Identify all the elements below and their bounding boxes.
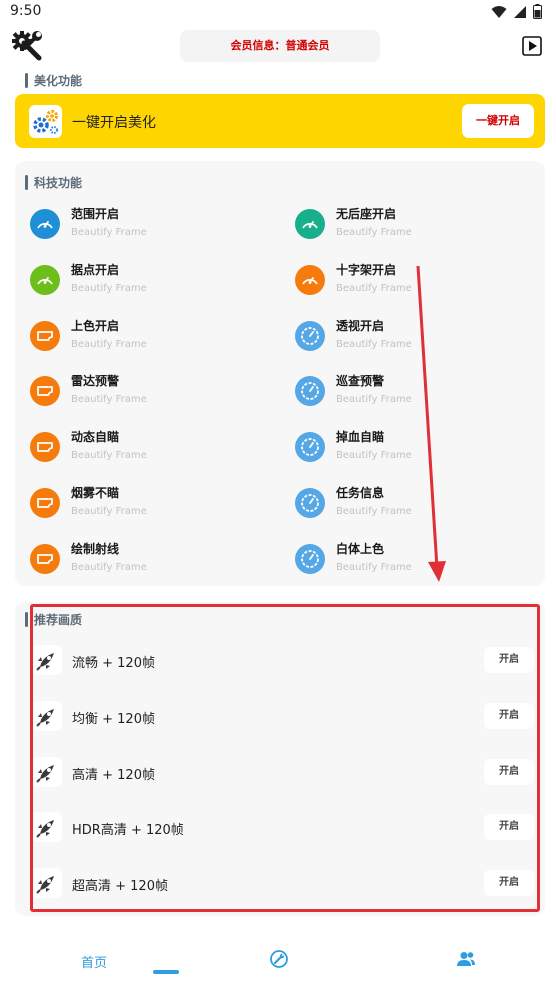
tech-item[interactable]: 据点开启 Beautify Frame <box>30 259 270 303</box>
wifi-icon <box>491 5 507 18</box>
tech-item-subtitle: Beautify Frame <box>336 394 412 406</box>
beautify-section-title: 美化功能 <box>25 72 82 89</box>
tech-item[interactable]: 无后座开启 Beautify Frame <box>295 203 535 247</box>
tech-item-subtitle: Beautify Frame <box>71 561 147 573</box>
tech-item-subtitle: Beautify Frame <box>336 561 412 573</box>
tech-item-title: 据点开启 <box>71 262 120 277</box>
tech-item-subtitle: Beautify Frame <box>71 394 147 406</box>
tech-item[interactable]: 十字架开启 Beautify Frame <box>295 259 535 303</box>
tech-item-subtitle: Beautify Frame <box>336 338 412 350</box>
beautify-app-icon <box>29 105 62 138</box>
tech-item-title: 无后座开启 <box>336 207 397 221</box>
card-icon <box>30 432 60 463</box>
tech-item-subtitle: Beautify Frame <box>71 338 147 350</box>
gauge-icon <box>30 264 60 295</box>
member-info: 会员信息：普通会员 <box>180 30 380 62</box>
card-icon <box>30 376 60 407</box>
users-icon <box>457 952 475 966</box>
tech-item-subtitle: Beautify Frame <box>71 506 147 517</box>
nav-indicator <box>153 970 179 974</box>
beautify-bar: 一键开启美化 一键开启 <box>15 94 545 148</box>
tech-item[interactable]: 透视开启 Beautify Frame <box>295 315 535 359</box>
status-bar: 9:50 <box>0 0 556 24</box>
card-icon <box>30 320 60 351</box>
tech-item-title: 雷达预警 <box>71 374 120 389</box>
nav-users[interactable] <box>456 951 476 971</box>
gears-icon <box>33 110 58 134</box>
play-button[interactable] <box>522 36 542 56</box>
tech-item-subtitle: Beautify Frame <box>71 282 147 294</box>
play-icon <box>522 36 542 56</box>
card-icon <box>30 488 60 518</box>
tech-item-subtitle: Beautify Frame <box>336 506 412 517</box>
timer-icon <box>295 320 325 351</box>
tech-item[interactable]: 烟雾不瞄 Beautify Frame <box>30 482 270 526</box>
tech-item[interactable]: 雷达预警 Beautify Frame <box>30 370 270 414</box>
tech-section-title: 科技功能 <box>25 174 82 191</box>
card-icon <box>30 543 60 574</box>
beautify-enable-button[interactable]: 一键开启 <box>462 104 534 138</box>
timer-icon <box>295 376 325 407</box>
tech-item[interactable]: 范围开启 Beautify Frame <box>30 203 270 247</box>
beautify-label: 一键开启美化 <box>72 115 156 131</box>
tech-item[interactable]: 动态自瞄 Beautify Frame <box>30 426 270 470</box>
tech-item-title: 上色开启 <box>71 318 120 333</box>
tech-item-subtitle: Beautify Frame <box>336 282 412 294</box>
tech-item[interactable]: 上色开启 Beautify Frame <box>30 315 270 359</box>
tech-item-title: 透视开启 <box>336 318 385 333</box>
settings-button[interactable] <box>11 30 43 62</box>
signal-icon <box>514 5 526 18</box>
tech-item[interactable]: 掉血自瞄 Beautify Frame <box>295 426 535 470</box>
tech-item[interactable]: 白体上色 Beautify Frame <box>295 538 535 582</box>
tech-item-subtitle: Beautify Frame <box>71 450 147 462</box>
status-time: 9:50 <box>10 3 42 19</box>
tech-item-subtitle: Beautify Frame <box>336 227 412 238</box>
bottom-nav: 首页 <box>0 938 556 987</box>
tech-item[interactable]: 任务信息 Beautify Frame <box>295 482 535 526</box>
nav-home-label: 首页 <box>81 956 108 971</box>
tech-item-title: 任务信息 <box>336 486 385 500</box>
tech-item-subtitle: Beautify Frame <box>336 450 412 462</box>
tech-item-title: 动态自瞄 <box>71 430 120 445</box>
timer-icon <box>295 543 325 574</box>
tech-item[interactable]: 绘制射线 Beautify Frame <box>30 538 270 582</box>
timer-icon <box>295 432 325 463</box>
battery-icon <box>533 4 542 19</box>
tech-item-title: 掉血自瞄 <box>336 430 385 445</box>
tech-item-title: 范围开启 <box>71 207 120 221</box>
nav-tools[interactable] <box>270 950 288 972</box>
tech-item-title: 白体上色 <box>336 541 385 556</box>
timer-icon <box>295 488 325 518</box>
highlight-frame <box>30 604 540 912</box>
status-icons <box>491 4 542 19</box>
tech-item-title: 巡查预警 <box>336 374 385 389</box>
tech-item-title: 绘制射线 <box>71 541 120 556</box>
gauge-icon <box>295 209 325 239</box>
nav-home[interactable]: 首页 <box>81 952 107 971</box>
tech-item-title: 十字架开启 <box>336 262 397 277</box>
top-bar: 会员信息：普通会员 <box>0 24 556 70</box>
tech-item-title: 烟雾不瞄 <box>71 486 120 500</box>
wrench-gear-icon <box>12 31 42 61</box>
tech-item[interactable]: 巡查预警 Beautify Frame <box>295 370 535 414</box>
gauge-icon <box>295 264 325 295</box>
tech-item-subtitle: Beautify Frame <box>71 227 147 238</box>
gauge-icon <box>30 209 60 239</box>
tools-icon <box>270 950 288 968</box>
